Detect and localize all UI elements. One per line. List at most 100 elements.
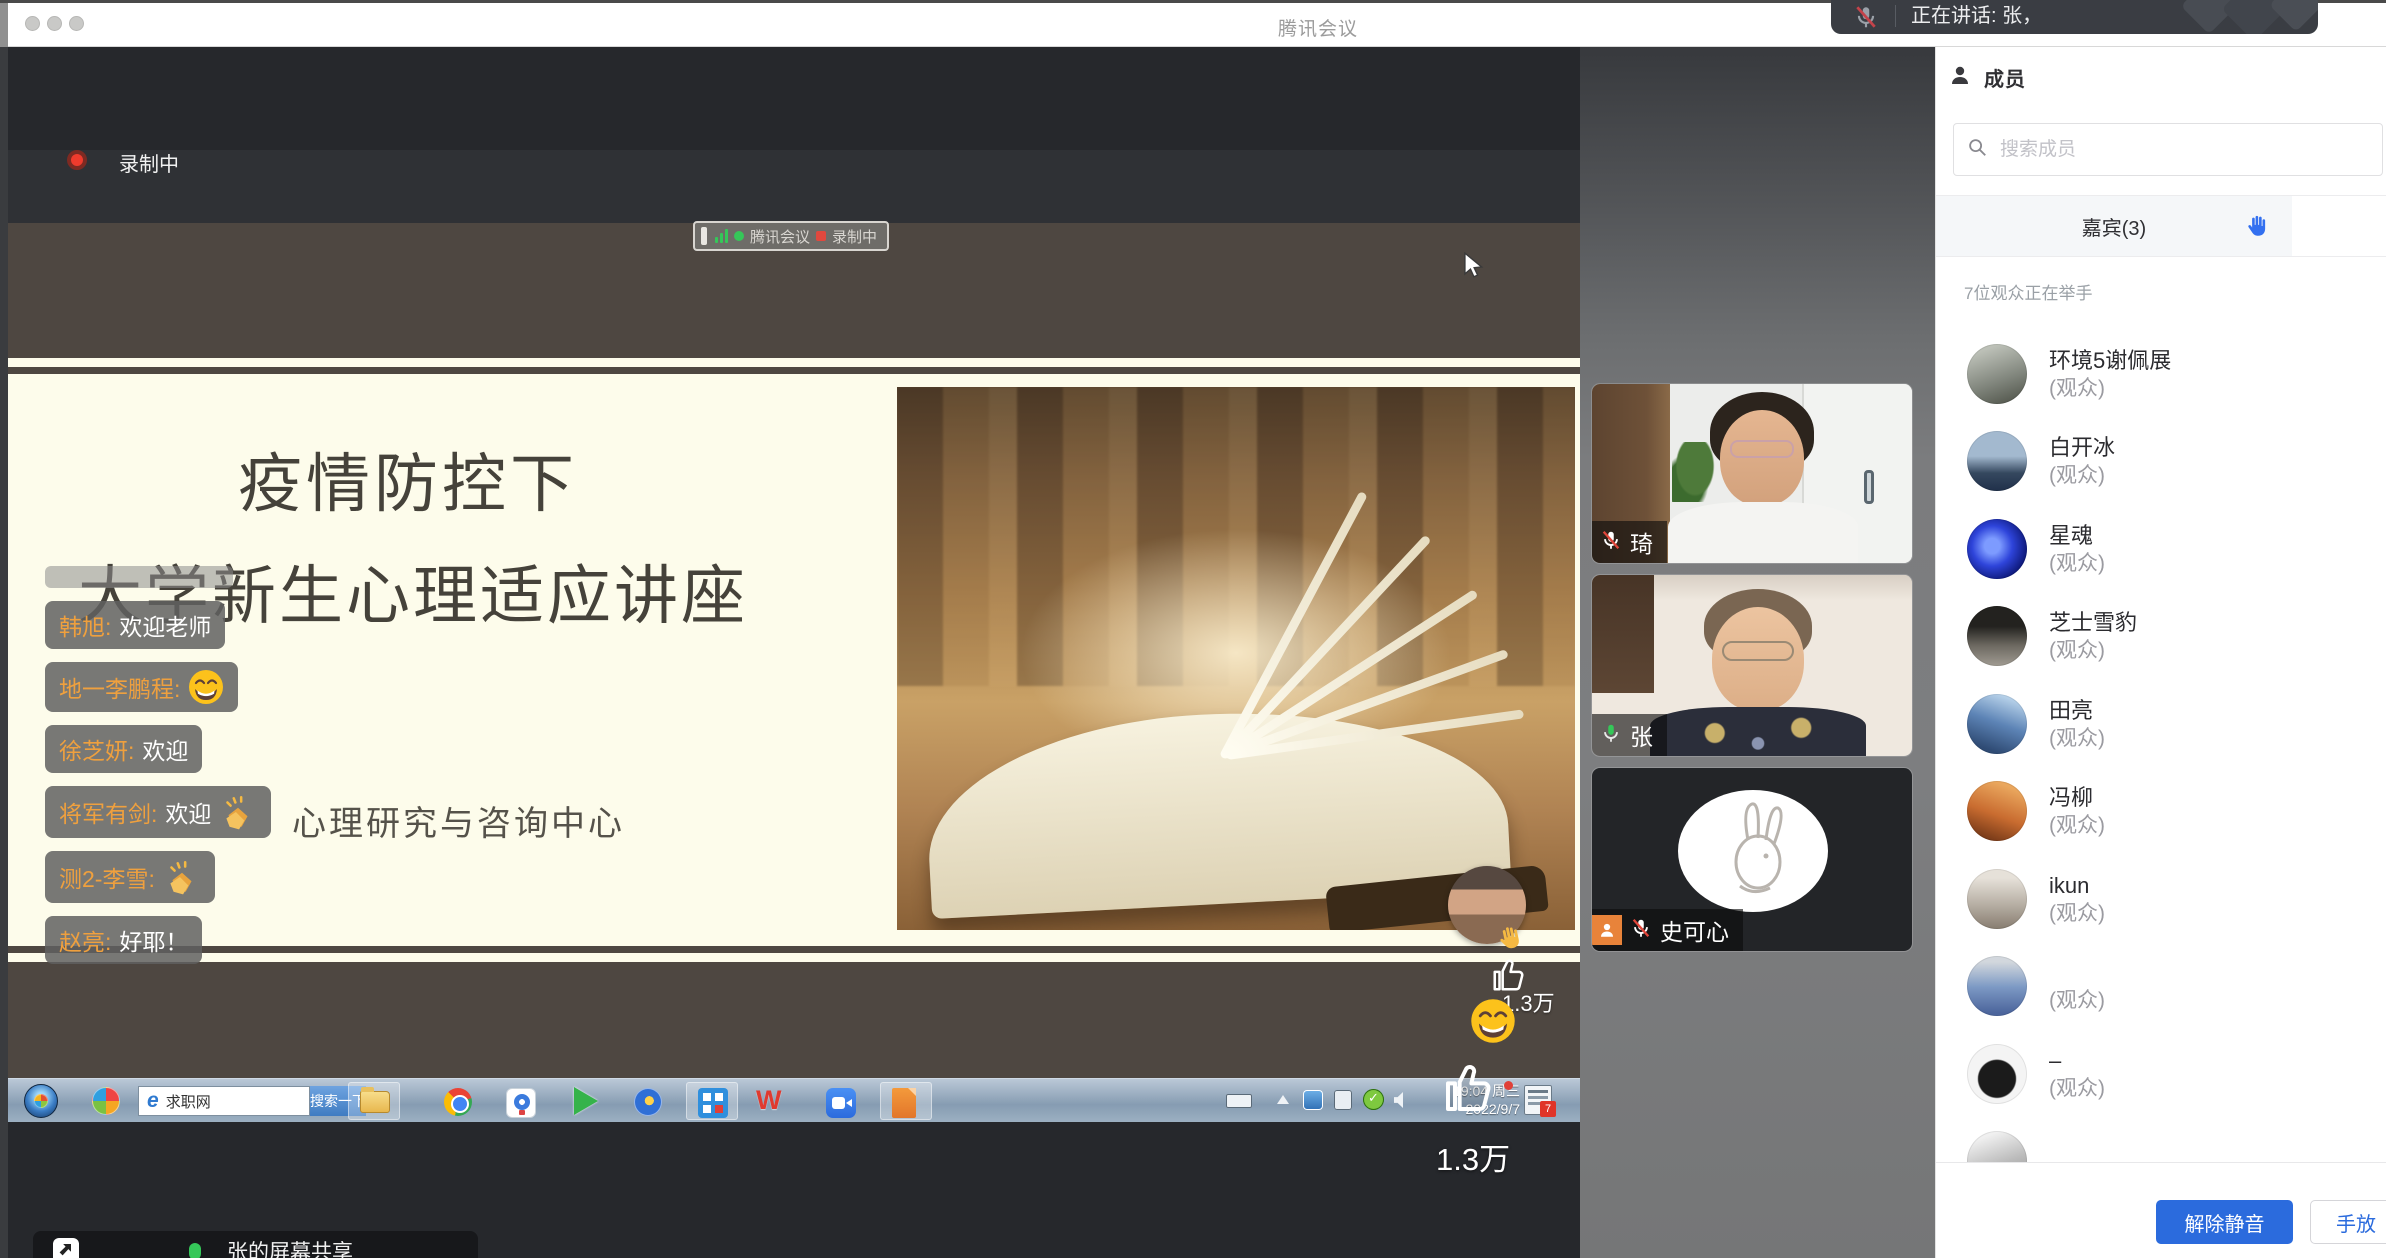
ie-search-box: e 求职网 (138, 1086, 310, 1116)
members-panel-title: 成员 (1984, 63, 2026, 92)
chrome-icon (444, 1088, 472, 1116)
chat-sender-name: 地一李鹏程: (59, 670, 180, 704)
security-tray-icon (1363, 1089, 1384, 1110)
member-list: 环境5谢佩展 (观众) 白开冰 (观众) 星魂 (观众) 芝士雪豹 (观众) 田… (1936, 330, 2386, 1205)
member-row[interactable]: 芝士雪豹 (观众) (1936, 593, 2386, 681)
member-tabs: 嘉宾(3) (1936, 195, 2386, 257)
grin-emoji (188, 669, 224, 705)
participant-name: 史可心 (1660, 913, 1729, 947)
audience-badge-icon (1592, 915, 1622, 945)
clap-emoji (219, 793, 257, 831)
recording-dot-icon (67, 150, 87, 170)
member-role: (观众) (2049, 637, 2137, 664)
member-role: (观众) (2049, 900, 2105, 927)
chat-message-text: 好耶！ (119, 923, 188, 957)
member-role: (观众) (2049, 550, 2105, 577)
video-tile-zhang[interactable]: 张 (1592, 575, 1912, 756)
tab-guests[interactable]: 嘉宾(3) (1936, 196, 2292, 256)
member-row[interactable]: 冯柳 (观众) (1936, 768, 2386, 856)
lower-hand-button[interactable]: 手放 (2310, 1200, 2386, 1244)
member-name (2049, 958, 2105, 987)
window-close-button[interactable] (25, 16, 40, 31)
tile-name-label: 史可心 (1592, 909, 1743, 951)
chat-message-text: 欢迎老师 (119, 608, 211, 642)
member-row[interactable]: 星魂 (观众) (1936, 505, 2386, 593)
member-role: (观众) (2049, 812, 2105, 839)
clap-emoji (219, 793, 257, 831)
grin-emoji (188, 669, 224, 705)
mic-muted-icon (1630, 917, 1652, 944)
tray-expand-icon (1277, 1095, 1289, 1104)
member-avatar (1967, 431, 2027, 491)
chat-bubble: 测2-李雪: (45, 851, 215, 903)
notes-tray-icon: 7 (1524, 1085, 1552, 1115)
unmute-button[interactable]: 解除静音 (2156, 1200, 2293, 1244)
slide-border-line (8, 367, 1580, 374)
raised-hand-icon (2244, 213, 2270, 245)
notes-badge-count: 7 (1540, 1101, 1556, 1117)
screen-edge-strip (0, 0, 8, 1258)
tile-name-label: 张 (1592, 714, 1667, 756)
online-dot-icon (734, 231, 744, 241)
member-row[interactable]: 环境5谢佩展 (观众) (1936, 330, 2386, 418)
pinwheel-app-icon (92, 1087, 120, 1115)
member-row[interactable]: 田亮 (观众) (1936, 680, 2386, 768)
member-row[interactable]: – (观众) (1936, 1030, 2386, 1118)
members-panel-header: 成员 (1936, 47, 2386, 107)
chat-bubble: 地一李鹏程: (45, 662, 238, 712)
slide-book-photo (897, 387, 1575, 930)
chat-overlay: 韩旭: 欢迎老师 地一李鹏程: 徐芝妍: 欢迎 将军有剑: 欢迎 测2-李雪: … (45, 566, 375, 964)
active-mic-dot-icon (189, 1243, 201, 1258)
signal-bars-icon (715, 229, 728, 243)
shared-windows-taskbar: e 求职网 搜索一下 W 19:04 周三 2022/9/7 (8, 1078, 1580, 1122)
member-name: 芝士雪豹 (2049, 608, 2137, 637)
participant-name: 琦 (1630, 525, 1653, 559)
member-avatar (1967, 1044, 2027, 1104)
grin-emoji (1470, 998, 1516, 1049)
keyboard-tray-icon (1226, 1094, 1252, 1108)
window-minimize-button[interactable] (47, 16, 62, 31)
member-row[interactable]: ikun (观众) (1936, 855, 2386, 943)
chat-bubble: 韩旭: 欢迎老师 (45, 601, 225, 649)
member-avatar (1967, 606, 2027, 666)
volume-tray-icon (1394, 1092, 1403, 1108)
ie-search-value: 求职网 (166, 1091, 211, 1112)
member-role: (观众) (2049, 462, 2115, 489)
member-avatar (1967, 781, 2027, 841)
window-title: 腾讯会议 (1278, 14, 1358, 41)
member-role: (观众) (2049, 375, 2171, 402)
members-icon (1948, 63, 1972, 92)
clap-emoji (163, 858, 201, 896)
chat-sender-name: 韩旭: (59, 608, 111, 642)
window-maximize-button[interactable] (69, 16, 84, 31)
chat-sender-name: 将军有剑: (59, 795, 157, 829)
participant-name: 张 (1630, 718, 1653, 752)
meeting-app-icon (826, 1088, 856, 1118)
member-avatar (1967, 519, 2027, 579)
member-name: 田亮 (2049, 696, 2105, 725)
member-row[interactable]: 白开冰 (观众) (1936, 418, 2386, 506)
member-search-input[interactable] (1998, 138, 2338, 162)
slide-frame-bottom (8, 962, 1580, 1078)
video-player-icon (574, 1087, 598, 1115)
swirl-app-icon (634, 1088, 662, 1116)
member-name: 白开冰 (2049, 433, 2115, 462)
windows-start-icon (24, 1084, 58, 1118)
pill-recording-label: 录制中 (832, 226, 877, 247)
ie-icon: e (147, 1089, 159, 1113)
video-tile-qi[interactable]: 琦 (1592, 384, 1912, 563)
mic-active-icon (1600, 722, 1622, 749)
video-tile-shikexin[interactable]: 史可心 (1592, 768, 1912, 951)
member-avatar (1967, 694, 2027, 754)
slide-title-line1: 疫情防控下 (238, 433, 578, 525)
chat-sender-name: 赵亮: (59, 923, 111, 957)
member-name: 冯柳 (2049, 783, 2105, 812)
thumbs-up-reaction-icon-large (1441, 1060, 1497, 1121)
member-search-box[interactable] (1953, 123, 2383, 176)
video-tiles-column: 琦 张 史可心 (1580, 47, 1935, 1258)
raise-hands-note: 7位观众正在举手 (1964, 279, 2092, 304)
member-name: – (2049, 1046, 2105, 1075)
like-count-large: 1.3万 (1436, 1134, 1510, 1179)
now-speaking-bar: 正在讲话: 张， (1831, 0, 2318, 34)
member-row[interactable]: (观众) (1936, 943, 2386, 1031)
